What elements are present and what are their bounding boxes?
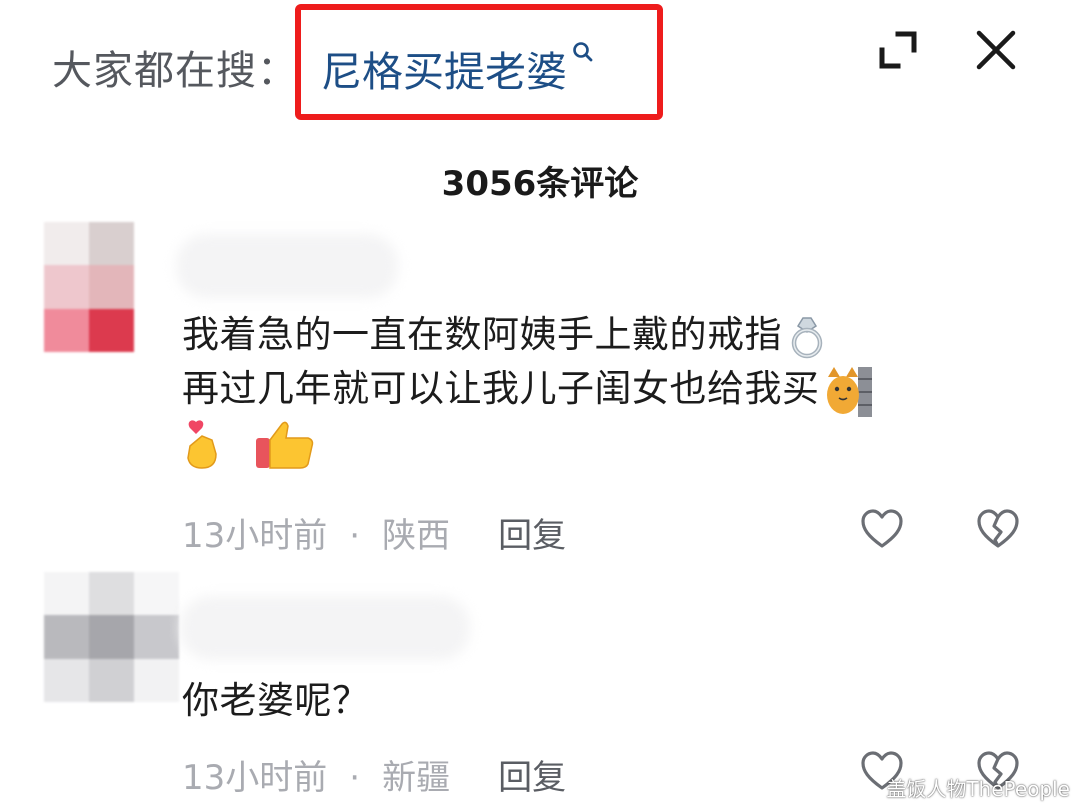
comment-location: 陕西	[382, 516, 451, 556]
watermark: 盖饭人物ThePeople	[886, 777, 1070, 801]
meta-separator: ·	[349, 516, 361, 556]
comment-time: 13小时前	[182, 516, 328, 556]
comment-location: 新疆	[382, 758, 451, 798]
comment-text: 我着急的一直在数阿姨手上戴的戒指 再过几年就可以让我儿子闺女也给我买	[182, 308, 872, 472]
broken-heart-icon[interactable]	[976, 508, 1020, 550]
avatar[interactable]	[44, 572, 179, 702]
trending-search-term: 尼格买提老婆	[321, 48, 567, 96]
comments-panel: 大家都在搜： 尼格买提老婆 3056条评论 我着急的一直在数阿姨手上戴的戒指 再…	[0, 0, 1080, 808]
reply-button[interactable]: 回复	[498, 758, 566, 798]
username-blurred[interactable]	[180, 596, 470, 660]
comment-text: 你老婆呢？	[182, 674, 370, 728]
avatar[interactable]	[44, 222, 134, 352]
comment-meta: 13小时前 · 陕西 回复	[182, 508, 566, 557]
expand-icon[interactable]	[876, 28, 920, 72]
comment-line-2: 再过几年就可以让我儿子闺女也给我买	[182, 367, 820, 410]
reply-button[interactable]: 回复	[498, 516, 566, 556]
comment-meta: 13小时前 · 新疆 回复	[182, 750, 566, 799]
comment-line-1: 我着急的一直在数阿姨手上戴的戒指	[182, 313, 782, 356]
ring-emoji	[791, 316, 823, 358]
comment-line-1: 你老婆呢？	[182, 679, 370, 722]
comment-time: 13小时前	[182, 758, 328, 798]
comment-count: 3056条评论	[441, 164, 639, 204]
trending-search-link[interactable]: 尼格买提老婆	[321, 38, 595, 98]
cat-peeking-wall-emoji	[826, 366, 872, 417]
close-icon[interactable]	[974, 28, 1018, 72]
meta-separator: ·	[349, 758, 361, 798]
thumbs-up-emoji	[256, 421, 314, 469]
finger-heart-emoji	[187, 420, 217, 469]
search-icon	[573, 42, 593, 62]
username-blurred[interactable]	[176, 234, 398, 298]
trending-search-label: 大家都在搜：	[52, 48, 298, 94]
heart-icon[interactable]	[860, 508, 904, 550]
